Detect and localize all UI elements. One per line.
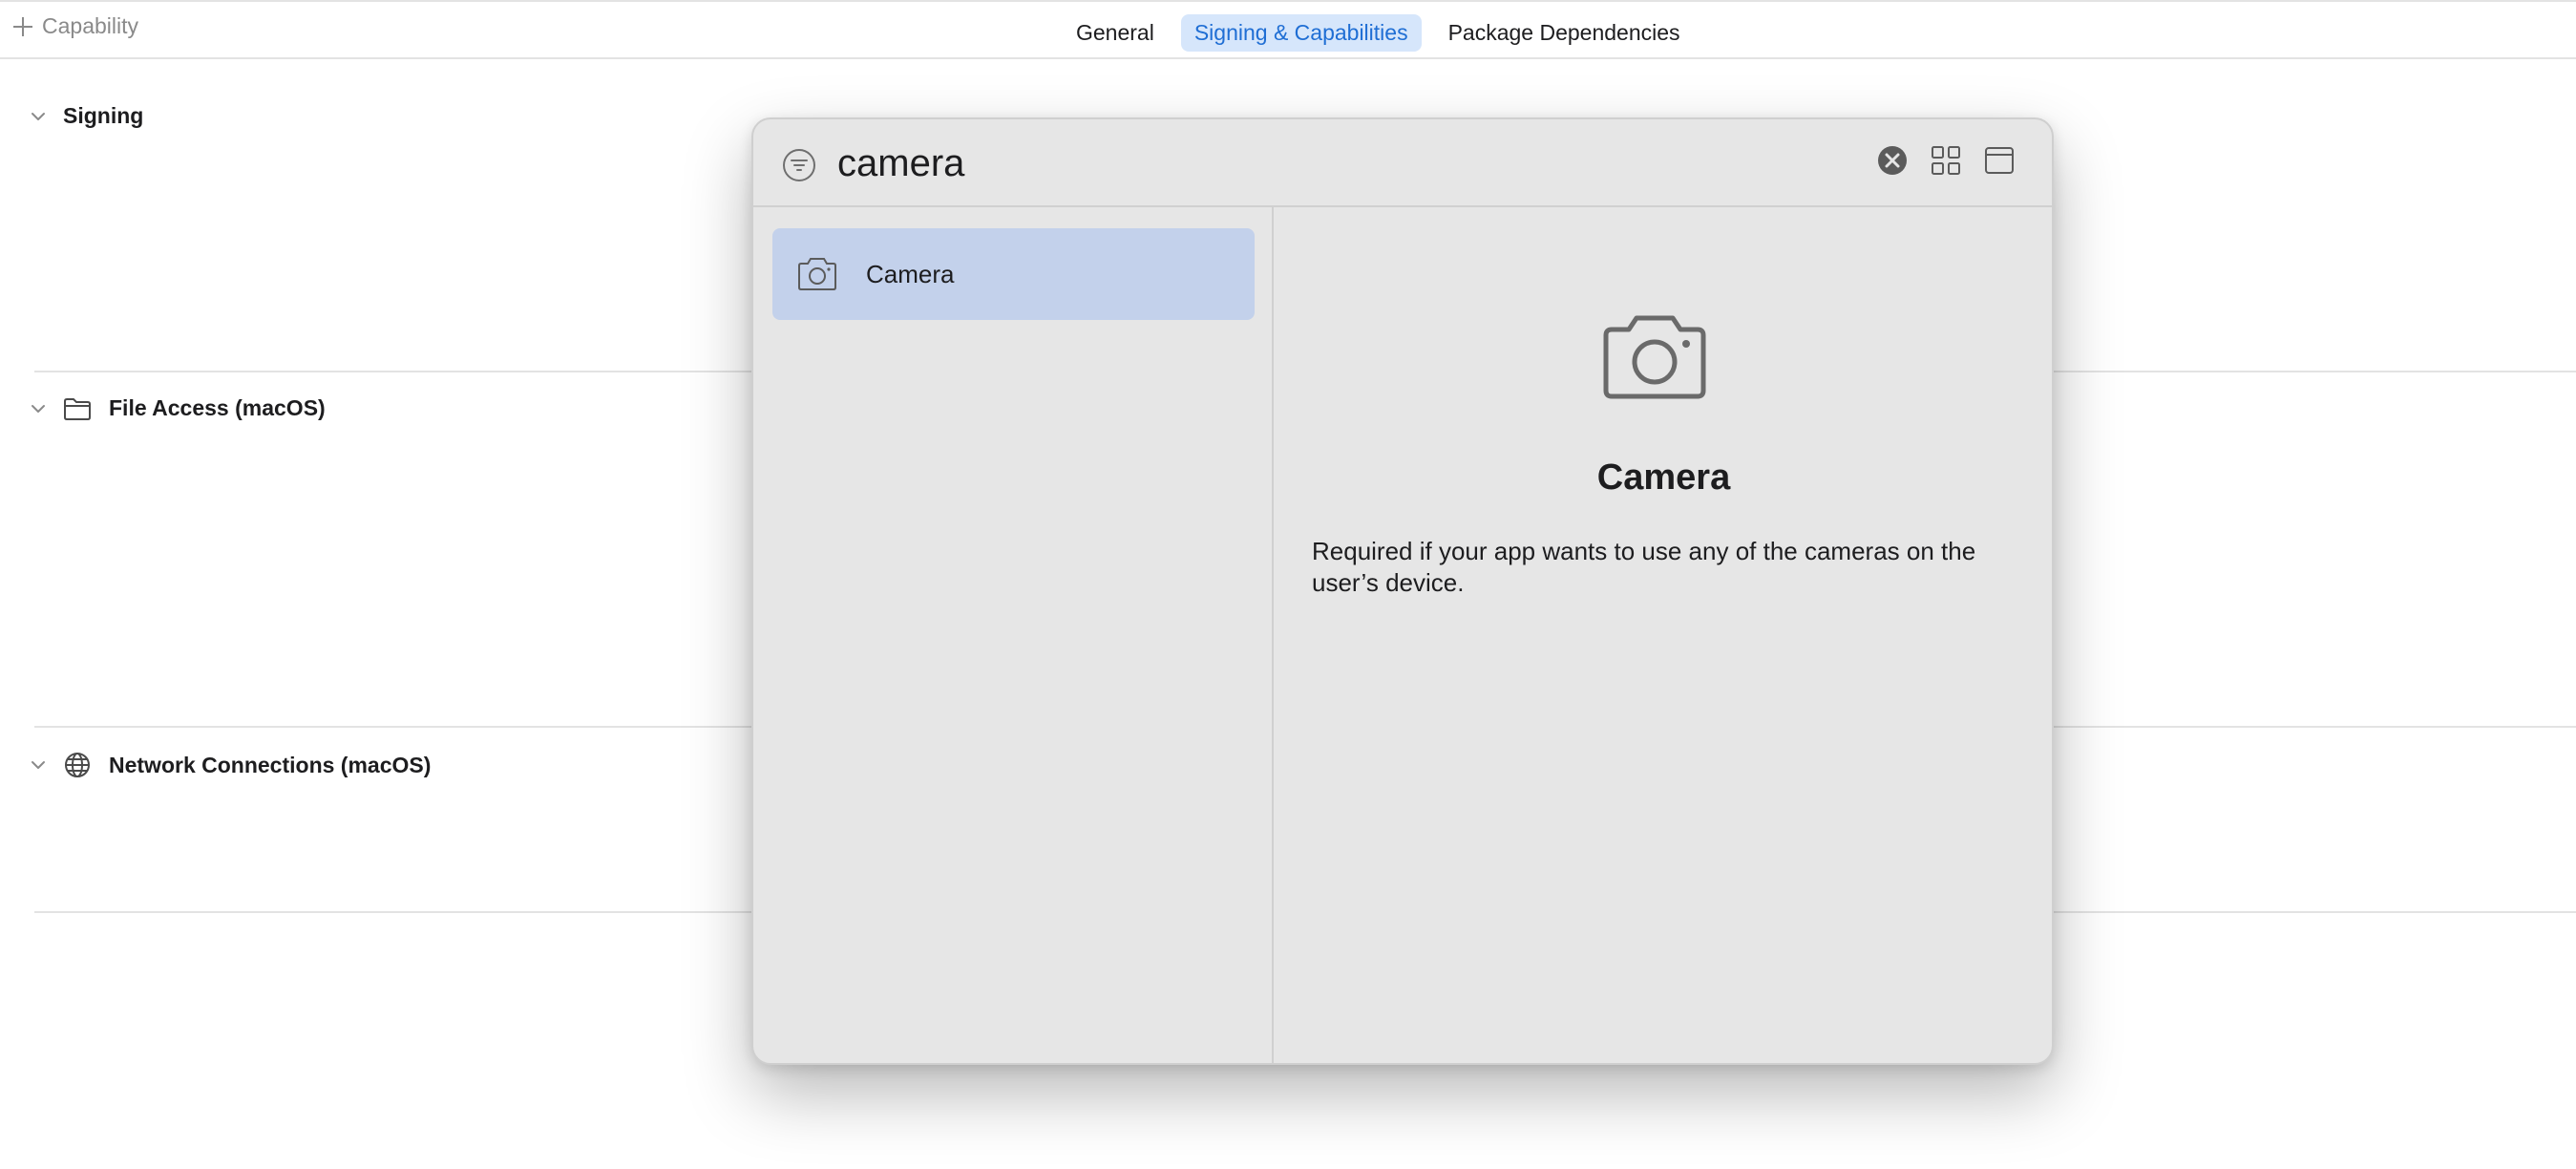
grid-view-icon[interactable] [1930, 144, 1962, 177]
section-signing: Signing [0, 103, 143, 129]
add-capability-button[interactable]: Capability [13, 13, 138, 39]
add-capability-label: Capability [42, 13, 138, 38]
tab-package-dependencies[interactable]: Package Dependencies [1435, 14, 1694, 52]
chevron-down-icon[interactable] [31, 401, 46, 416]
editor-top-bar: Capability General Signing & Capabilitie… [0, 0, 2576, 59]
section-network-connections: Network Connections (macOS) [0, 751, 431, 779]
folder-icon [64, 397, 91, 420]
section-title: Signing [63, 103, 144, 128]
detail-view-icon[interactable] [1983, 144, 2016, 177]
section-title: File Access (macOS) [109, 395, 326, 420]
camera-icon [1603, 315, 1706, 399]
library-view-tools [1876, 144, 2016, 177]
capability-library-popup: Camera Camera Required if your app wants… [751, 117, 2054, 1065]
chevron-down-icon[interactable] [31, 757, 46, 773]
globe-icon [65, 753, 90, 777]
section-file-access: File Access (macOS) [0, 395, 326, 421]
detail-description: Required if your app wants to use any of… [1312, 537, 1976, 597]
editor-tabs: General Signing & Capabilities Package D… [1063, 14, 1694, 52]
section-title: Network Connections (macOS) [109, 752, 432, 777]
detail-title: Camera [1596, 457, 1731, 498]
list-item[interactable]: Camera [772, 228, 1255, 320]
capability-results-list: Camera [753, 207, 1274, 1063]
plus-icon [13, 16, 32, 36]
capability-detail-pane: Camera Required if your app wants to use… [1274, 207, 2052, 1063]
clear-search-icon[interactable] [1876, 144, 1909, 177]
chevron-down-icon[interactable] [31, 109, 46, 124]
library-search-bar [753, 119, 2052, 207]
tab-signing-capabilities[interactable]: Signing & Capabilities [1180, 14, 1422, 52]
tab-general[interactable]: General [1063, 14, 1168, 52]
list-item-label: Camera [866, 259, 955, 288]
camera-icon [798, 258, 836, 290]
library-search-input[interactable] [837, 137, 1792, 190]
filter-icon[interactable] [782, 148, 816, 182]
